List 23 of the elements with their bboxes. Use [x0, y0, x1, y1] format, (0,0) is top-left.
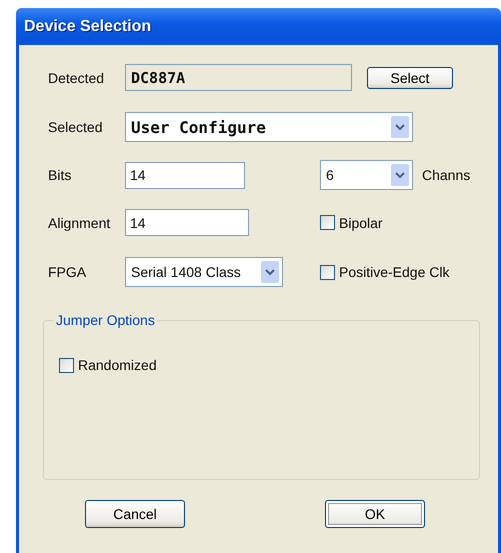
dialog-button[interactable]: OK	[325, 500, 425, 528]
positive-edge-clk-checkbox[interactable]	[320, 264, 335, 280]
window-title: Device Selection	[24, 18, 152, 36]
bipolar-checkbox[interactable]	[320, 215, 335, 230]
bits-label: Bits	[48, 167, 72, 183]
option-label: Randomized	[78, 357, 157, 373]
positive-edge-clk-label: Positive-Edge Clk	[339, 264, 450, 280]
dialog-button[interactable]: Cancel	[85, 500, 185, 528]
fpga-dropdown[interactable]: Serial 1408 Class	[125, 257, 283, 287]
group-title: Jumper Options	[54, 312, 157, 328]
fpga-label: FPGA	[48, 264, 88, 280]
selected-dropdown[interactable]: User Configure	[125, 112, 413, 142]
randomized-checkbox[interactable]	[59, 358, 74, 372]
bipolar-label: Bipolar	[339, 214, 383, 230]
selected-label: Selected	[48, 119, 104, 135]
alignment-field[interactable]: 14	[125, 209, 249, 236]
bits-field[interactable]: 14	[125, 162, 245, 188]
detected-label: Detected	[48, 70, 106, 86]
channels-label: Channs	[422, 167, 470, 183]
select-button[interactable]: Select	[367, 66, 453, 88]
channels-dropdown[interactable]: 6	[320, 160, 413, 190]
detected-field: DC887A	[125, 64, 352, 91]
alignment-label: Alignment	[48, 214, 112, 230]
